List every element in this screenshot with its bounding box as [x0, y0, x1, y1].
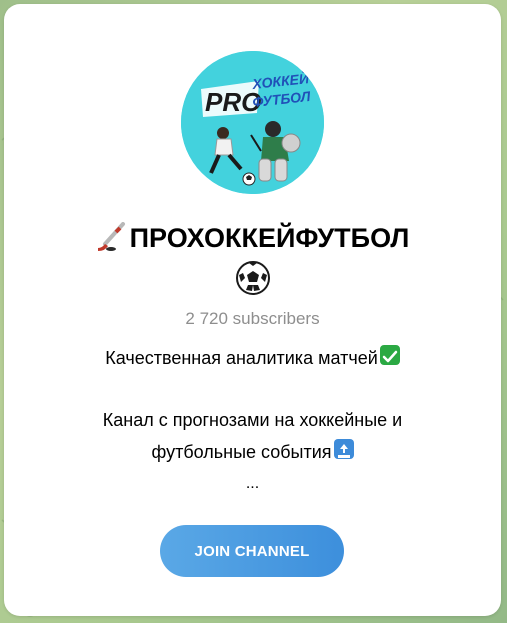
description-ellipsis: ...: [245, 475, 260, 492]
channel-logo-icon: PRO ХОККЕЙ ФУТБОЛ: [181, 51, 324, 194]
channel-title-row: ПРОХОККЕЙФУТБОЛ: [24, 220, 481, 256]
description-line-2: Канал с прогнозами на хоккейные и: [24, 404, 481, 436]
channel-card: PRO ХОККЕЙ ФУТБОЛ ПРОХОККЕЙФУТБОЛ 2 720 …: [4, 4, 501, 616]
channel-avatar: PRO ХОККЕЙ ФУТБОЛ: [181, 51, 324, 194]
title-emoji-row: [4, 260, 501, 298]
soccer-ball-icon: [235, 261, 270, 295]
description-line-1: Качественная аналитика матчей: [24, 342, 481, 374]
top-arrow-icon: [333, 439, 354, 459]
description-text: Канал с прогнозами на хоккейные и: [102, 410, 403, 430]
channel-title: ПРОХОККЕЙФУТБОЛ: [129, 223, 410, 253]
subscriber-count: 2 720 subscribers: [185, 309, 320, 328]
hockey-stick-icon: [97, 222, 125, 251]
description-line-3: футбольные события: [24, 436, 481, 468]
join-channel-button[interactable]: JOIN CHANNEL: [160, 525, 344, 577]
description-text: Качественная аналитика матчей: [105, 348, 378, 368]
check-mark-icon: [379, 345, 400, 365]
description-text: футбольные события: [151, 442, 332, 462]
